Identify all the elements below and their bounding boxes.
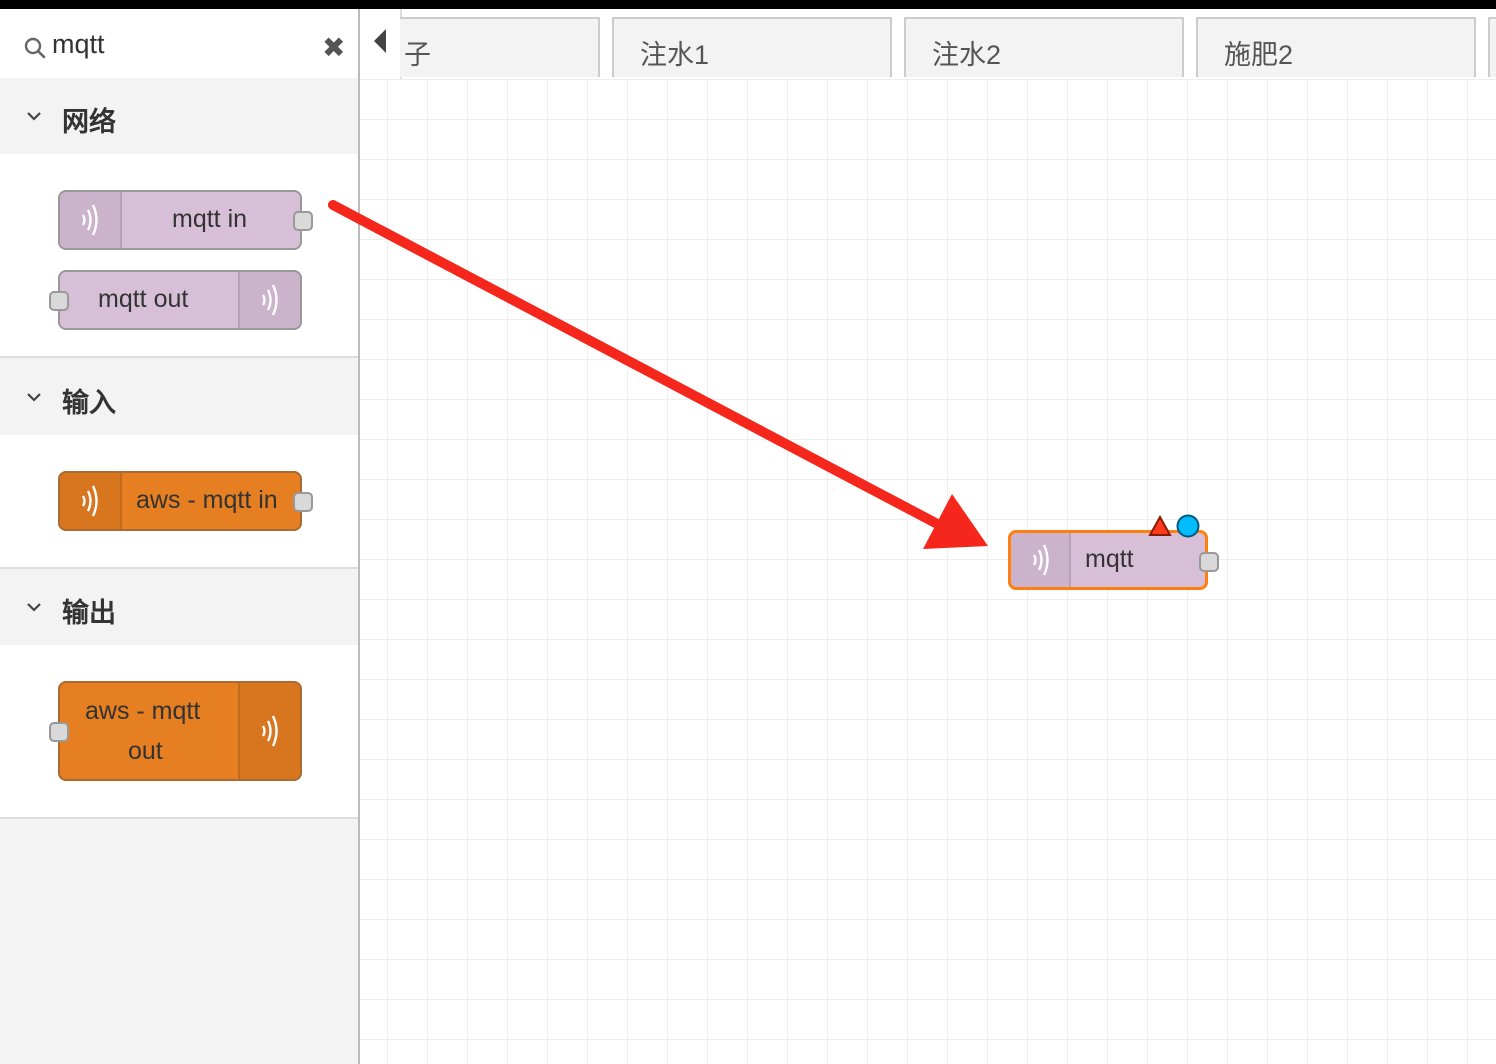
annotation-arrow: [328, 200, 988, 549]
